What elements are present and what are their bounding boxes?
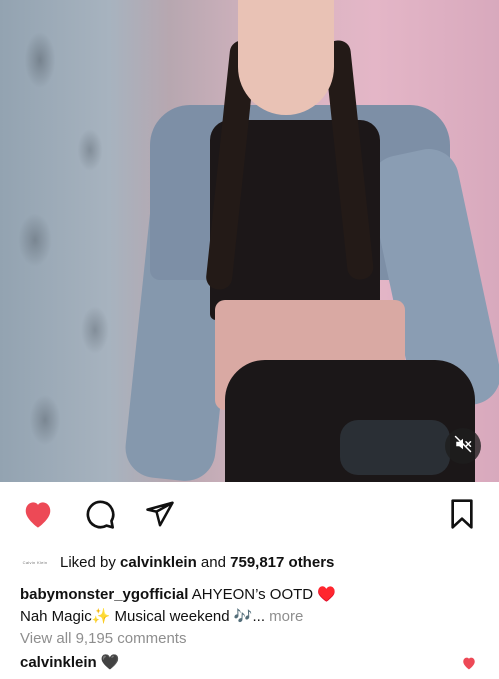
caption-more-link[interactable]: more — [265, 608, 303, 625]
bookmark-icon — [448, 498, 476, 530]
liker-username[interactable]: calvinklein — [120, 554, 197, 571]
heart-filled-icon — [461, 657, 477, 674]
mute-button[interactable] — [445, 428, 481, 464]
caption-text-line1: AHYEON’s OOTD — [188, 586, 318, 603]
red-heart-emoji: ♥️ — [317, 586, 336, 603]
post-video[interactable] — [0, 0, 499, 482]
wallpaper-pattern — [0, 0, 150, 482]
comment-like-button[interactable] — [461, 656, 477, 675]
music-notes-emoji: 🎶 — [233, 608, 253, 625]
post-action-bar — [0, 482, 499, 546]
likes-summary[interactable]: Calvin Klein Liked by calvinklein and 75… — [20, 548, 335, 576]
send-paper-plane-icon — [145, 499, 175, 529]
likes-text[interactable]: Liked by calvinklein and 759,817 others — [60, 554, 334, 571]
black-heart-emoji: 🖤 — [100, 654, 120, 671]
post-caption: babymonster_ygofficial AHYEON’s OOTD ♥️ … — [20, 586, 336, 625]
share-button[interactable] — [142, 497, 178, 531]
likes-count[interactable]: 759,817 others — [230, 554, 334, 571]
liker-avatar[interactable]: Calvin Klein — [20, 552, 50, 572]
sparkles-emoji: ✨ — [91, 608, 111, 625]
heart-filled-icon — [21, 499, 55, 529]
shoulder-bag — [340, 420, 450, 475]
caption-username[interactable]: babymonster_ygofficial — [20, 586, 188, 603]
save-button[interactable] — [444, 497, 480, 531]
comment-button[interactable] — [82, 497, 118, 531]
view-all-comments-link[interactable]: View all 9,195 comments — [20, 630, 186, 647]
like-button[interactable] — [20, 497, 56, 531]
comment-bubble-icon — [84, 498, 116, 530]
face — [238, 0, 334, 115]
caption-text-line2: Nah Magic — [20, 608, 92, 625]
comment-username[interactable]: calvinklein — [20, 654, 97, 671]
speaker-muted-icon — [454, 435, 472, 458]
comment-preview: calvinklein 🖤 — [20, 653, 120, 671]
